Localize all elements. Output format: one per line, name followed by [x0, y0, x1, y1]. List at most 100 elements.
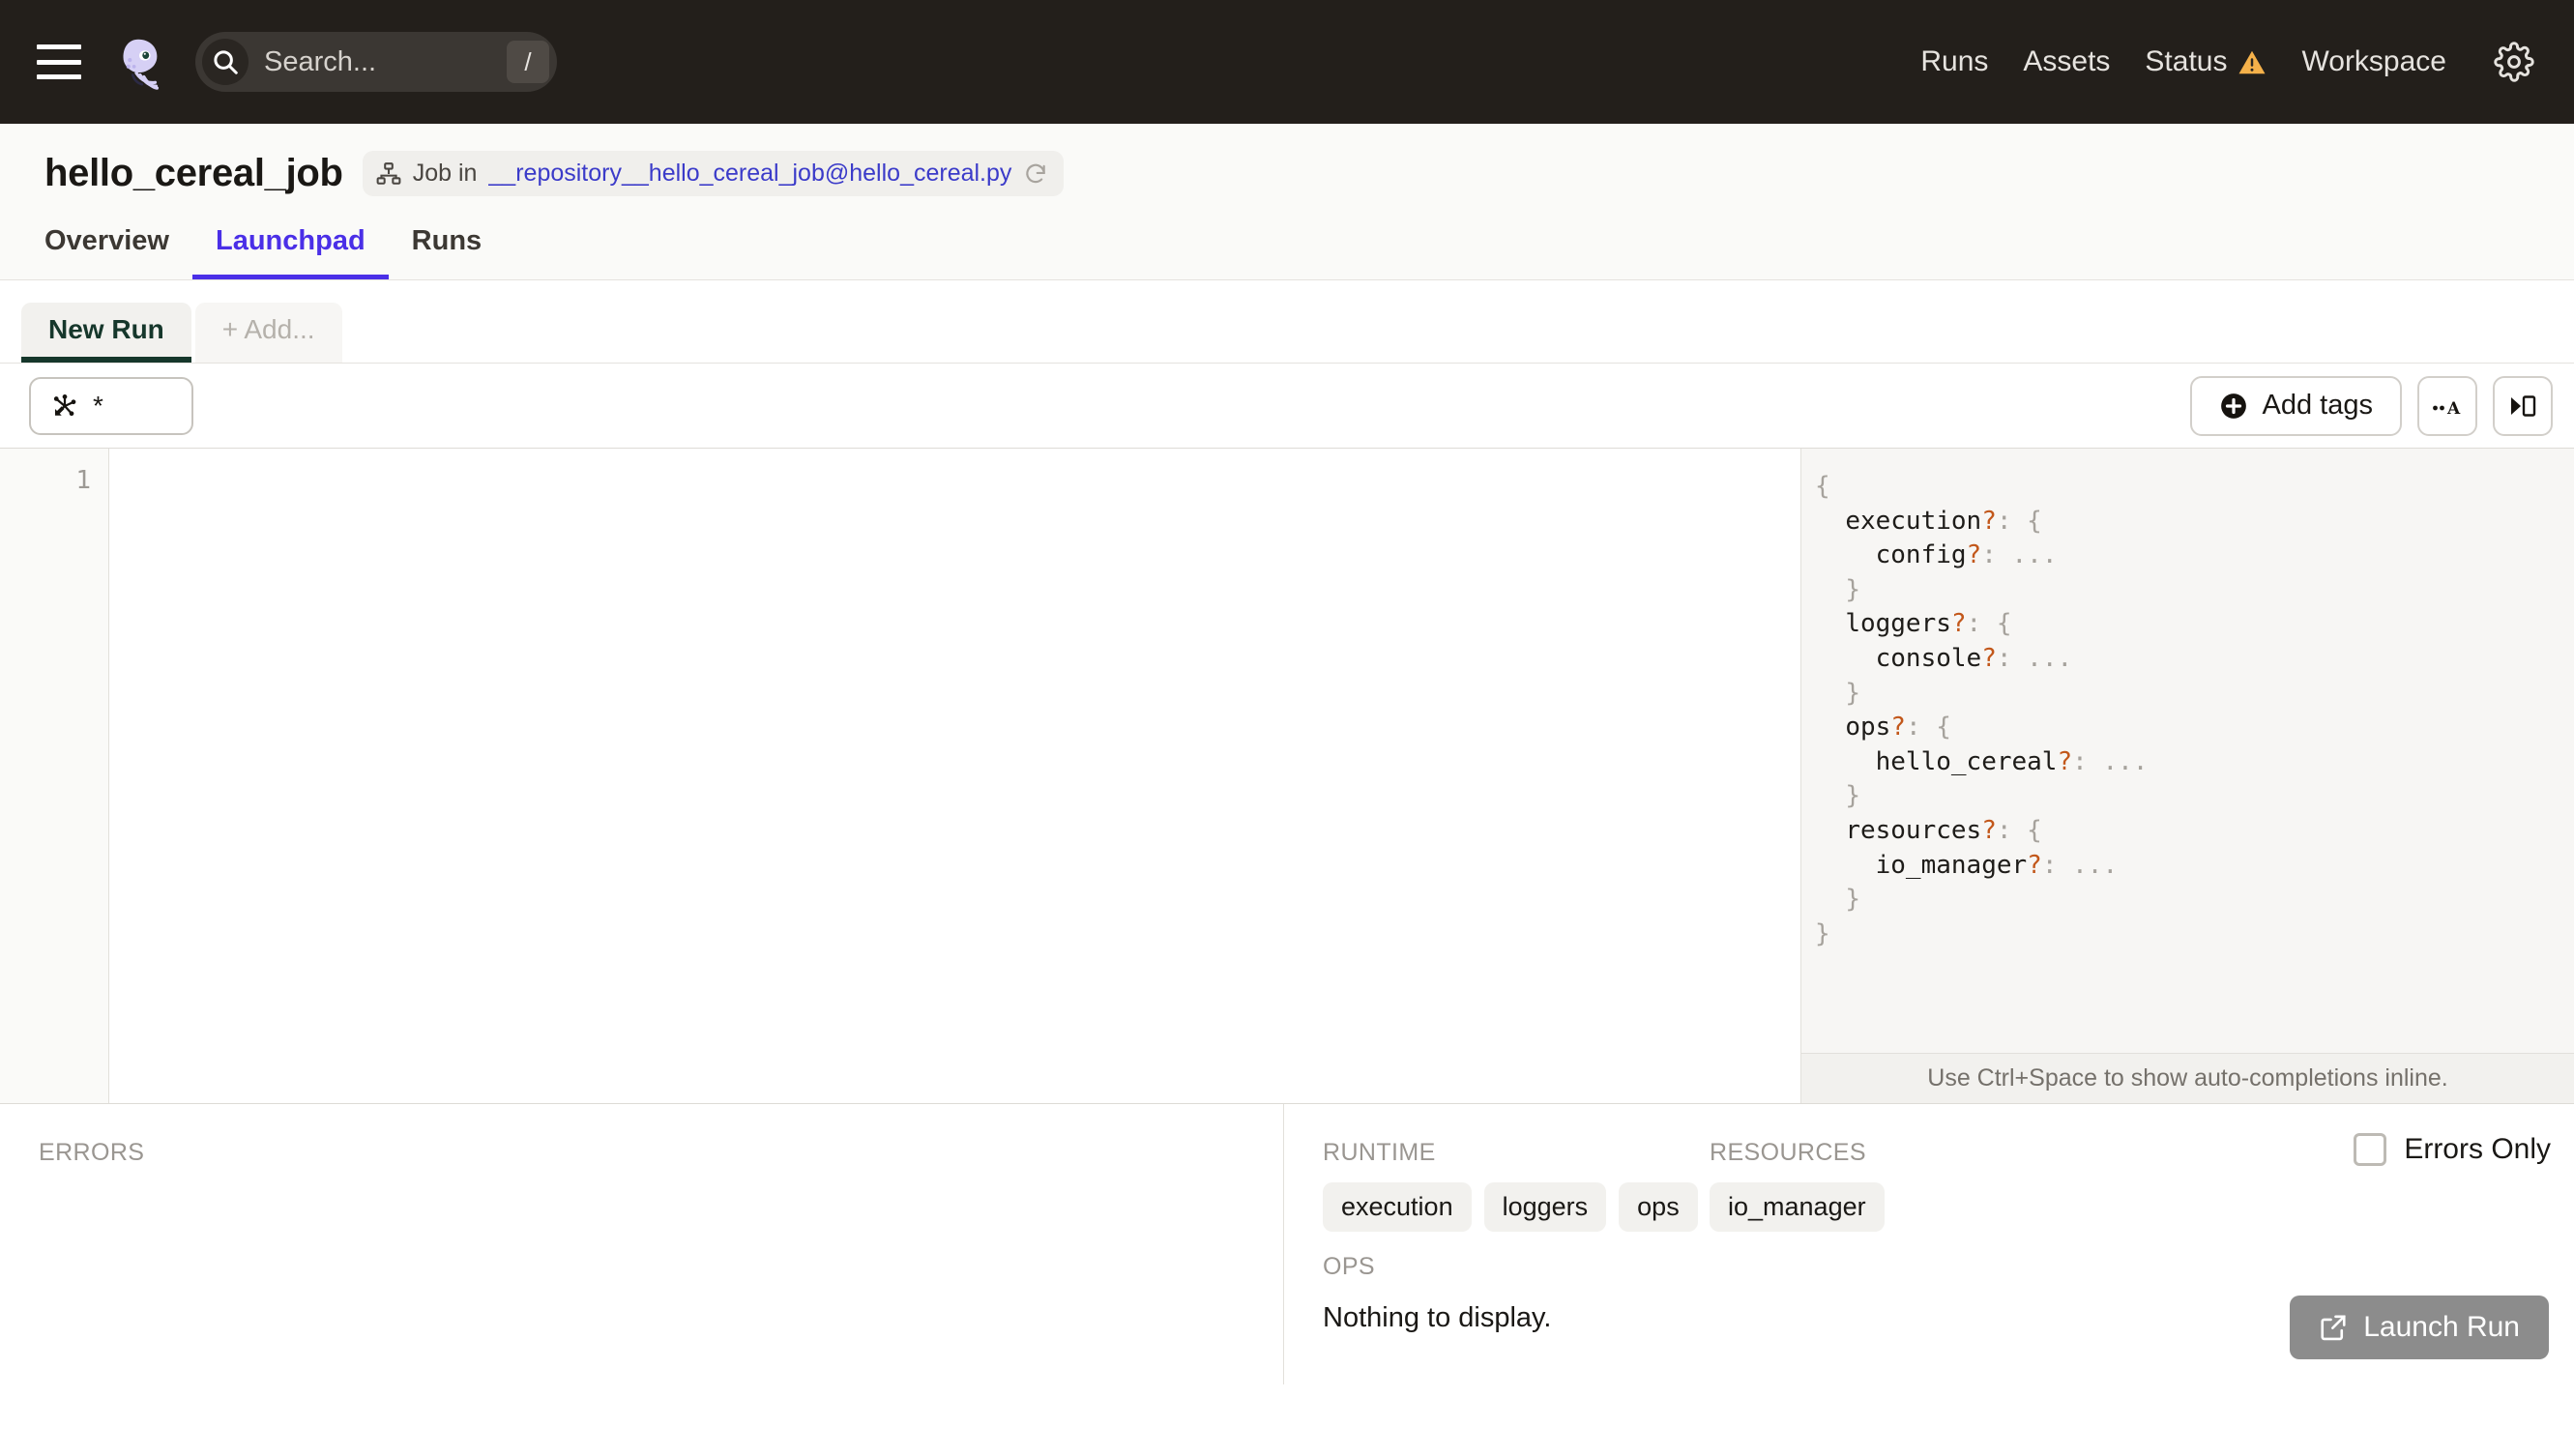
- page-title: hello_cereal_job: [44, 152, 343, 195]
- config-editor-area: 1 { execution?: { config?: ... } loggers…: [0, 449, 2574, 1104]
- nav-link-assets[interactable]: Assets: [2005, 45, 2127, 78]
- schema-suffix: ...: [2072, 851, 2118, 880]
- config-yaml-editor[interactable]: [109, 449, 1800, 1103]
- primary-nav-links: Runs Assets Status Workspace: [1903, 41, 2535, 83]
- op-selection-input[interactable]: *: [29, 377, 193, 435]
- schema-suffix: ...: [2012, 540, 2058, 569]
- errors-only-label: Errors Only: [2404, 1133, 2551, 1166]
- refresh-icon[interactable]: [1023, 161, 1048, 187]
- search-input[interactable]: Search... /: [195, 32, 557, 92]
- repository-badge[interactable]: Job in __repository__hello_cereal_job@he…: [363, 151, 1065, 196]
- tab-runs[interactable]: Runs: [389, 225, 506, 279]
- gear-icon[interactable]: [2493, 41, 2535, 83]
- top-navigation-bar: Search... / Runs Assets Status Workspace: [0, 0, 2574, 124]
- op-selection-value: *: [93, 391, 103, 422]
- run-tab-new-run-label: New Run: [48, 314, 164, 345]
- dagster-logo-icon[interactable]: [108, 32, 168, 92]
- schema-key: hello_cereal: [1876, 747, 2058, 776]
- schema-colon: :: [1906, 713, 1936, 742]
- schema-line: }: [1815, 883, 2574, 917]
- schema-optional-marker: ?: [1981, 816, 1997, 845]
- page-header: hello_cereal_job Job in __repository__he…: [0, 124, 2574, 280]
- hamburger-menu-icon[interactable]: [37, 44, 81, 79]
- schema-optional-marker: ?: [1951, 609, 1967, 638]
- schema-colon: :: [2042, 851, 2072, 880]
- resources-label: RESOURCES: [1710, 1139, 2116, 1167]
- schema-key: config: [1876, 540, 1967, 569]
- run-tab-add[interactable]: + Add...: [195, 303, 342, 363]
- launchpad-toolbar: * Add tags A: [0, 364, 2574, 449]
- add-tags-button[interactable]: Add tags: [2190, 376, 2402, 436]
- schema-line: resources?: {: [1815, 814, 2574, 849]
- schema-suffix: {: [2027, 507, 2042, 536]
- schema-line: {: [1815, 470, 2574, 505]
- schema-line: }: [1815, 779, 2574, 814]
- dagster-logo-svg: [108, 32, 168, 92]
- runtime-chip-execution[interactable]: execution: [1323, 1182, 1472, 1232]
- schema-colon: :: [1997, 816, 2027, 845]
- schema-suffix: {: [1936, 713, 1951, 742]
- errors-only-toggle[interactable]: Errors Only: [2354, 1133, 2551, 1166]
- page-tabs: Overview Launchpad Runs: [44, 225, 2574, 279]
- run-tab-add-label: + Add...: [222, 314, 315, 345]
- config-summary-section: RUNTIME execution loggers ops RESOURCES …: [1284, 1104, 2574, 1384]
- schema-line: }: [1815, 677, 2574, 712]
- schema-key: ops: [1845, 713, 1890, 742]
- search-shortcut-key: /: [507, 41, 549, 83]
- tab-runs-label: Runs: [412, 225, 483, 256]
- schema-line: }: [1815, 573, 2574, 608]
- search-placeholder: Search...: [264, 46, 507, 78]
- resources-chip-io-manager[interactable]: io_manager: [1710, 1182, 1885, 1232]
- op-selection-icon: [50, 392, 79, 421]
- schema-line: execution?: {: [1815, 505, 2574, 539]
- nav-link-runs[interactable]: Runs: [1903, 45, 2005, 78]
- schema-colon: :: [1967, 609, 1997, 638]
- run-tab-new-run[interactable]: New Run: [21, 303, 191, 363]
- schema-punct: }: [1845, 679, 1860, 708]
- schema-punct: }: [1845, 575, 1860, 604]
- runtime-chip-loggers[interactable]: loggers: [1484, 1182, 1607, 1232]
- config-schema-panel: { execution?: { config?: ... } loggers?:…: [1800, 449, 2574, 1103]
- schema-colon: :: [1981, 540, 2011, 569]
- schema-optional-marker: ?: [1981, 507, 1997, 536]
- autocomplete-hint: Use Ctrl+Space to show auto-completions …: [1801, 1053, 2574, 1103]
- runtime-chip-ops[interactable]: ops: [1619, 1182, 1698, 1232]
- schema-line: loggers?: {: [1815, 607, 2574, 642]
- nav-link-status[interactable]: Status: [2127, 45, 2284, 78]
- schema-line: config?: ...: [1815, 539, 2574, 573]
- errors-only-checkbox[interactable]: [2354, 1133, 2386, 1166]
- schema-optional-marker: ?: [2057, 747, 2072, 776]
- launch-run-label: Launch Run: [2363, 1311, 2520, 1344]
- nav-link-workspace[interactable]: Workspace: [2284, 45, 2464, 78]
- repository-link[interactable]: __repository__hello_cereal_job@hello_cer…: [488, 160, 1011, 188]
- schema-optional-marker: ?: [2027, 851, 2042, 880]
- launch-run-button[interactable]: Launch Run: [2290, 1296, 2549, 1359]
- resources-group: RESOURCES io_manager: [1710, 1139, 2116, 1232]
- schema-optional-marker: ?: [1890, 713, 1906, 742]
- badge-prefix: Job in: [413, 160, 478, 188]
- hamburger-line: [37, 74, 81, 79]
- errors-section: ERRORS: [0, 1104, 1284, 1384]
- warning-triangle-icon: [2238, 49, 2267, 75]
- schema-punct: }: [1815, 919, 1830, 948]
- schema-key: execution: [1845, 507, 1981, 536]
- schema-key: resources: [1845, 816, 1981, 845]
- schema-line: console?: ...: [1815, 642, 2574, 677]
- panel-toggle-button[interactable]: [2493, 376, 2553, 436]
- text-size-icon: A: [2431, 394, 2464, 418]
- nav-link-runs-label: Runs: [1920, 45, 1988, 78]
- tab-launchpad[interactable]: Launchpad: [192, 225, 389, 279]
- title-row: hello_cereal_job Job in __repository__he…: [44, 151, 2574, 196]
- runtime-chips: execution loggers ops: [1323, 1182, 1710, 1232]
- schema-suffix: ...: [2102, 747, 2148, 776]
- text-size-button[interactable]: A: [2417, 376, 2477, 436]
- runtime-group: RUNTIME execution loggers ops: [1323, 1139, 1710, 1232]
- schema-punct: {: [1815, 472, 1830, 501]
- config-schema-tree[interactable]: { execution?: { config?: ... } loggers?:…: [1801, 449, 2574, 1053]
- schema-suffix: {: [2027, 816, 2042, 845]
- schema-punct: }: [1845, 781, 1860, 810]
- tab-overview[interactable]: Overview: [44, 225, 192, 279]
- svg-text:A: A: [2446, 399, 2461, 418]
- schema-optional-marker: ?: [1981, 644, 1997, 673]
- schema-line: }: [1815, 917, 2574, 952]
